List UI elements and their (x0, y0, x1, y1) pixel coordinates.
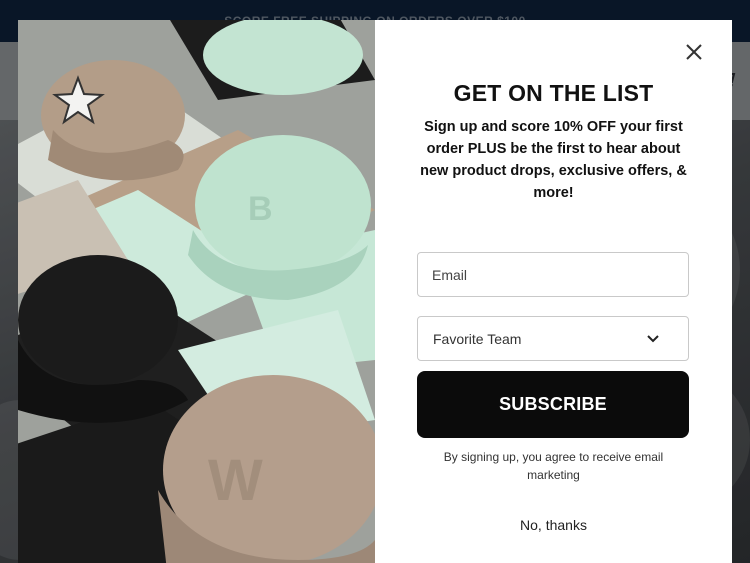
email-field-wrapper (417, 252, 689, 297)
svg-text:W: W (208, 448, 263, 513)
modal-title: GET ON THE LIST (453, 80, 654, 106)
svg-text:B: B (248, 190, 273, 228)
chevron-down-icon (647, 335, 659, 343)
favorite-team-select[interactable]: Favorite Team (417, 316, 689, 361)
no-thanks-button[interactable]: No, thanks (375, 517, 732, 533)
modal-content: GET ON THE LIST Sign up and score 10% OF… (375, 20, 732, 563)
close-icon[interactable] (684, 42, 704, 62)
product-photo: B W (18, 20, 375, 563)
signup-modal: B W GET ON THE LIST Sign up and score 10… (18, 20, 732, 563)
subscribe-button[interactable]: SUBSCRIBE (417, 371, 689, 438)
favorite-team-value: Favorite Team (433, 331, 522, 347)
email-input[interactable] (418, 253, 688, 296)
modal-subtitle: Sign up and score 10% OFF your first ord… (420, 119, 687, 201)
disclaimer-text: By signing up, you agree to receive emai… (443, 450, 664, 482)
